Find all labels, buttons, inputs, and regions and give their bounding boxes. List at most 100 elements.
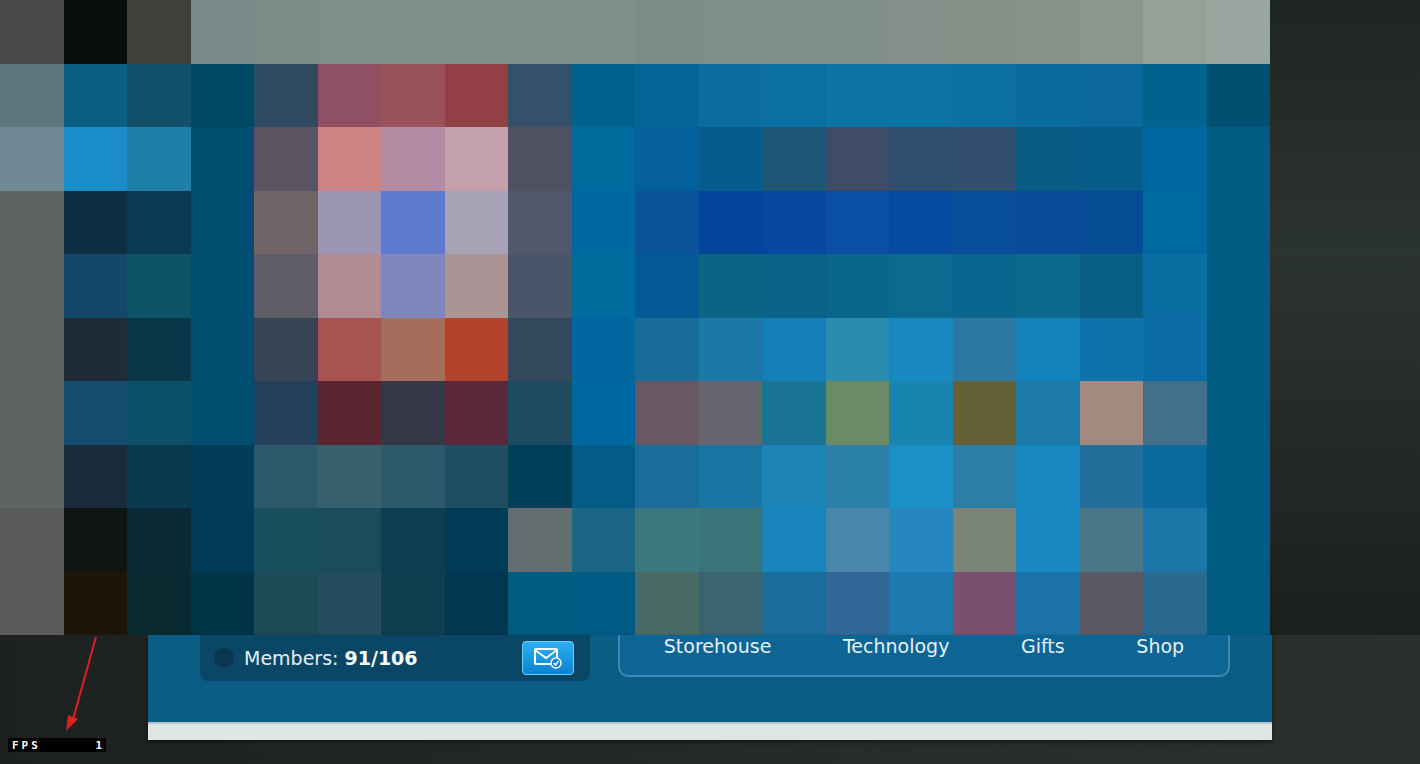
mosaic-cell [127,0,191,64]
mosaic-cell [953,318,1017,382]
mosaic-cell [254,64,318,128]
mosaic-cell [826,318,890,382]
fps-counter: FPS1 [8,738,106,752]
mosaic-cell [0,64,64,128]
mosaic-cell [1207,0,1271,64]
mosaic-cell [1080,191,1144,255]
mosaic-cell [1080,318,1144,382]
mosaic-cell [635,445,699,509]
mosaic-cell [762,381,826,445]
fps-value: 1 [95,739,102,752]
mosaic-cell [381,508,445,572]
mosaic-cell [826,381,890,445]
mosaic-cell [1143,445,1207,509]
mosaic-cell [1016,445,1080,509]
mosaic-cell [64,254,128,318]
mosaic-cell [191,254,255,318]
mosaic-cell [635,191,699,255]
tab[interactable]: Gifts [1015,635,1071,661]
mosaic-cell [191,445,255,509]
mosaic-cell [318,318,382,382]
mosaic-cell [889,191,953,255]
mosaic-cell [889,0,953,64]
game-background [1270,0,1420,635]
mosaic-cell [572,0,636,64]
mosaic-cell [254,445,318,509]
mosaic-cell [1080,572,1144,636]
mosaic-cell [508,127,572,191]
mosaic-cell [953,508,1017,572]
mosaic-cell [762,508,826,572]
mosaic-cell [1016,254,1080,318]
mosaic-cell [699,318,763,382]
mosaic-cell [762,64,826,128]
mosaic-cell [445,0,509,64]
mosaic-cell [699,508,763,572]
mosaic-cell [572,572,636,636]
help-icon[interactable] [214,648,234,668]
mosaic-cell [635,318,699,382]
mosaic-cell [127,127,191,191]
mosaic-cell [635,381,699,445]
mosaic-cell [1080,127,1144,191]
mosaic-cell [445,318,509,382]
mosaic-cell [1207,318,1271,382]
mosaic-cell [826,445,890,509]
mosaic-cell [1016,191,1080,255]
mosaic-cell [64,318,128,382]
mosaic-cell [0,445,64,509]
mosaic-cell [318,381,382,445]
mosaic-cell [508,0,572,64]
mosaic-cell [889,572,953,636]
pixelated-area [0,0,1270,635]
members-text: Members: 91/106 [244,647,512,669]
mosaic-cell [318,445,382,509]
tab[interactable]: Technology [837,635,955,661]
mosaic-cell [381,572,445,636]
mosaic-cell [1143,318,1207,382]
mosaic-cell [826,127,890,191]
mosaic-cell [254,127,318,191]
mosaic-cell [0,318,64,382]
mosaic-cell [572,381,636,445]
mosaic-cell [127,508,191,572]
mosaic-cell [0,381,64,445]
mosaic-cell [508,572,572,636]
mosaic-cell [381,64,445,128]
tab-bar: Storehouse Technology Gifts Shop [618,635,1230,677]
mosaic-cell [826,508,890,572]
mosaic-cell [318,191,382,255]
mosaic-cell [1080,254,1144,318]
mosaic-cell [826,64,890,128]
mosaic-cell [1207,445,1271,509]
mosaic-cell [1207,381,1271,445]
tab[interactable]: Shop [1130,635,1190,661]
mosaic-cell [445,191,509,255]
mosaic-cell [127,191,191,255]
mosaic-cell [381,127,445,191]
mosaic-cell [762,0,826,64]
mosaic-cell [572,191,636,255]
mail-button[interactable] [522,641,574,675]
mosaic-cell [381,254,445,318]
mosaic-cell [1143,127,1207,191]
tab[interactable]: Storehouse [658,635,778,661]
mosaic-cell [445,445,509,509]
mosaic-cell [699,572,763,636]
mosaic-cell [635,254,699,318]
mosaic-cell [635,572,699,636]
mosaic-cell [953,127,1017,191]
mosaic-cell [635,127,699,191]
mosaic-cell [1207,191,1271,255]
mosaic-cell [0,508,64,572]
mosaic-cell [1016,381,1080,445]
mosaic-cell [635,508,699,572]
mosaic-cell [1207,508,1271,572]
mosaic-cell [127,572,191,636]
mosaic-cell [127,64,191,128]
mosaic-cell [889,508,953,572]
mosaic-cell [1080,445,1144,509]
mosaic-cell [889,381,953,445]
mosaic-cell [254,191,318,255]
mosaic-cell [381,0,445,64]
